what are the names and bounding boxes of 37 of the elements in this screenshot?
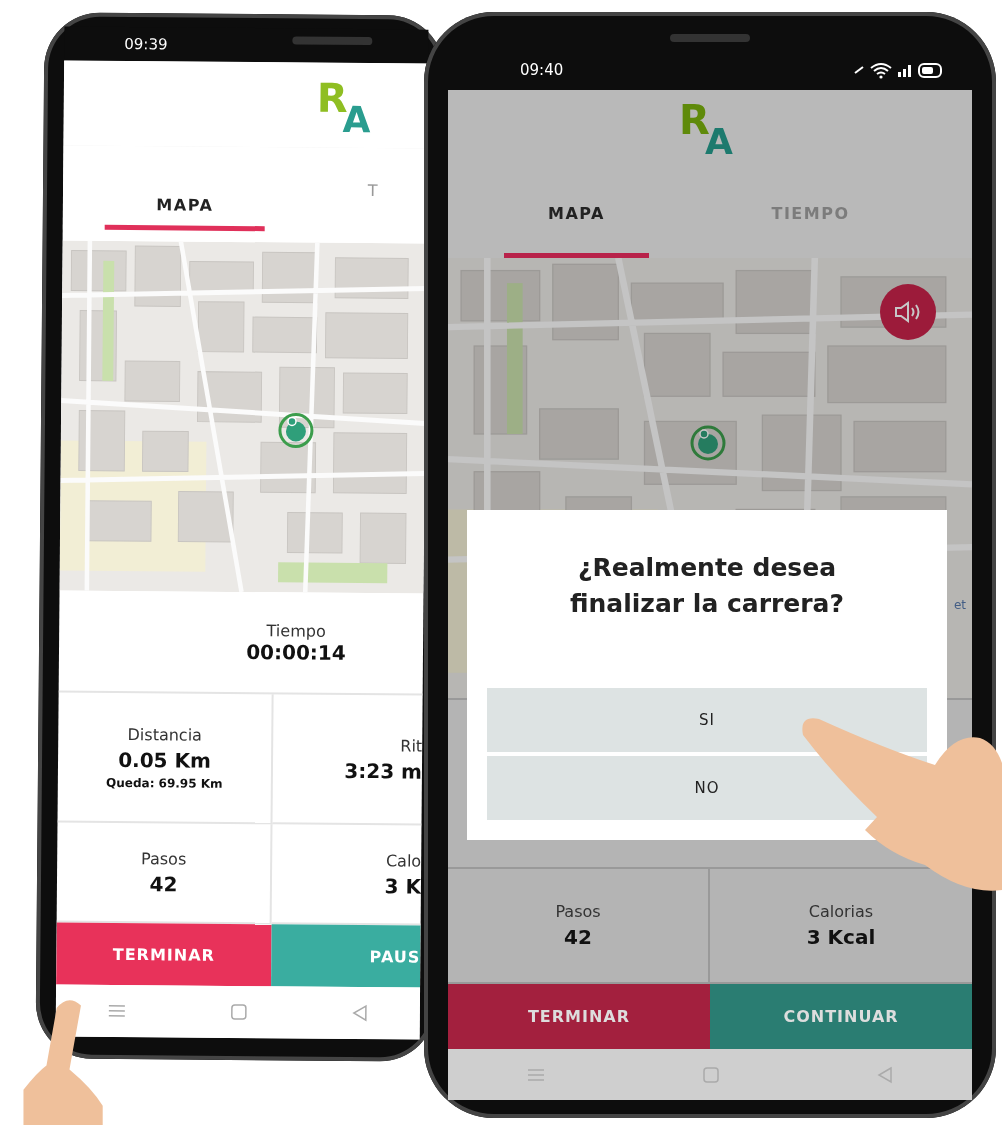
battery-icon bbox=[918, 62, 942, 78]
stat-label: Pasos bbox=[555, 902, 601, 921]
action-button[interactable]: TERMINAR bbox=[448, 984, 710, 1049]
location-marker-icon bbox=[688, 423, 728, 463]
dialog-question: ¿Realmente desea finalizar la carrera? bbox=[569, 552, 845, 621]
back-icon[interactable] bbox=[350, 1004, 369, 1023]
action-button[interactable]: CONTINUAR bbox=[710, 984, 972, 1049]
stat-label: Distancia bbox=[127, 724, 203, 745]
stat-label: Calorias bbox=[808, 902, 874, 921]
stat-label: Tiempo bbox=[266, 620, 326, 641]
stat-value: 3:23 m bbox=[344, 758, 423, 784]
status-time: 09:40 bbox=[520, 61, 564, 79]
action-button[interactable]: TERMINAR bbox=[56, 922, 272, 987]
menu-icon[interactable] bbox=[107, 1002, 128, 1020]
back-icon[interactable] bbox=[876, 1065, 894, 1084]
map-attribution: et bbox=[953, 598, 966, 612]
tab[interactable]: T bbox=[367, 178, 380, 203]
tab[interactable]: MAPA bbox=[104, 173, 266, 232]
stat-value: 3 K bbox=[384, 873, 422, 899]
signal-icon bbox=[898, 63, 912, 77]
home-icon[interactable] bbox=[702, 1065, 720, 1084]
stat-value: 0.05 Km bbox=[118, 747, 211, 773]
home-icon[interactable] bbox=[229, 1002, 248, 1022]
stat-value: 42 bbox=[149, 871, 178, 896]
menu-icon[interactable] bbox=[526, 1066, 546, 1083]
status-time: 09:39 bbox=[124, 34, 168, 54]
stat-label: Calo bbox=[385, 850, 422, 871]
stat-value: 00:00:14 bbox=[246, 639, 346, 665]
wifi-icon bbox=[870, 61, 892, 79]
dialog-option[interactable]: SI bbox=[487, 688, 927, 752]
stat-value: 3 Kcal bbox=[806, 925, 876, 949]
app-logo: RA bbox=[312, 75, 384, 136]
stat-value: 42 bbox=[564, 925, 592, 949]
stat-note: Queda: 69.95 Km bbox=[106, 775, 223, 791]
stat-label: Pasos bbox=[141, 848, 187, 869]
action-button[interactable]: PAUS bbox=[271, 924, 421, 988]
stat-label: Rit bbox=[400, 735, 423, 756]
